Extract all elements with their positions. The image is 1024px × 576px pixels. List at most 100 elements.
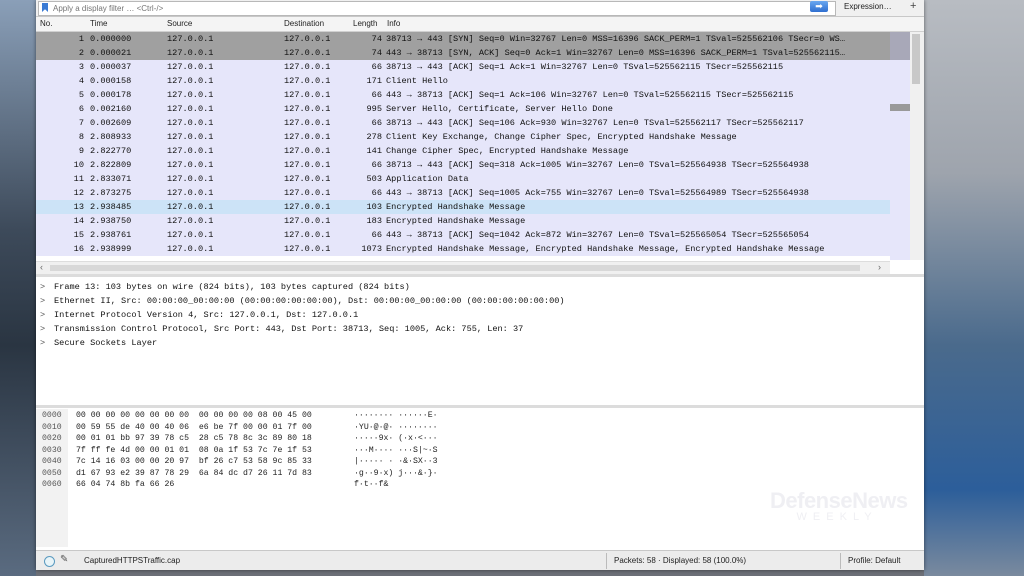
column-header-destination[interactable]: Destination xyxy=(284,19,324,28)
hex-bytes: 7f ff fe 4d 00 00 01 01 08 0a 1f 53 7c 7… xyxy=(76,445,312,455)
packet-row[interactable]: 5 0.000178 127.0.0.1 127.0.0.1 66 443 → 38713… xyxy=(36,88,890,102)
packet-row[interactable]: 8 2.808933 127.0.0.1 127.0.0.1 278 Client Key… xyxy=(36,130,890,144)
display-filter-toolbar: ➡ Expression… + xyxy=(36,0,924,17)
packet-bytes-pane: 0000 00 00 00 00 00 00 00 00 00 00 00 00 … xyxy=(36,409,924,547)
packet-row[interactable]: 13 2.938485 127.0.0.1 127.0.0.1 103 Encrypted… xyxy=(36,200,890,214)
packet-row[interactable]: 16 2.938999 127.0.0.1 127.0.0.1 1073 Encrypte… xyxy=(36,242,890,256)
packet-cell-no: 12 xyxy=(73,188,84,198)
packet-list-vertical-scrollbar[interactable] xyxy=(890,32,924,260)
hex-ascii: ········ ······E· xyxy=(354,411,438,420)
display-filter-input[interactable] xyxy=(53,2,813,15)
column-header-no[interactable]: No. xyxy=(40,19,52,28)
expand-arrow-icon[interactable]: > xyxy=(40,296,54,306)
packet-row[interactable]: 2 0.000021 127.0.0.1 127.0.0.1 74 443 → 38713… xyxy=(36,46,890,60)
packet-cell-dst: 127.0.0.1 xyxy=(284,62,331,72)
hex-dump-row[interactable]: 0020 00 01 01 bb 97 39 78 c5 28 c5 78 8c … xyxy=(36,434,924,446)
expert-info-icon[interactable] xyxy=(44,556,55,567)
packet-cell-dst: 127.0.0.1 xyxy=(284,202,331,212)
capture-comment-pencil-icon[interactable]: ✎ xyxy=(60,554,68,565)
bookmark-icon[interactable] xyxy=(42,3,48,12)
packet-cell-src: 127.0.0.1 xyxy=(167,202,214,212)
hex-dump-row[interactable]: 0050 d1 67 93 e2 39 87 78 29 6a 84 dc d7 … xyxy=(36,469,924,481)
expand-arrow-icon[interactable]: > xyxy=(40,324,54,334)
packet-cell-dst: 127.0.0.1 xyxy=(284,174,331,184)
packet-cell-src: 127.0.0.1 xyxy=(167,90,214,100)
hex-ascii: f·t··f& xyxy=(354,480,389,489)
packet-cell-no: 1 xyxy=(78,34,84,44)
packet-cell-info: Encrypted Handshake Message, Encrypted H… xyxy=(386,244,825,254)
packet-row[interactable]: 10 2.822809 127.0.0.1 127.0.0.1 66 38713 → 44… xyxy=(36,158,890,172)
packet-cell-len: 66 xyxy=(371,62,382,72)
hex-ascii: ·····9x· (·x·<··· xyxy=(354,434,438,443)
packet-cell-len: 183 xyxy=(366,216,382,226)
scroll-left-arrow-icon[interactable]: ‹ xyxy=(40,262,43,272)
detail-tree-item[interactable]: > Secure Sockets Layer xyxy=(36,338,924,352)
pane-splitter-bottom[interactable] xyxy=(36,405,924,408)
packet-list-header: No. Time Source Destination Length Info xyxy=(36,17,924,32)
detail-tree-item[interactable]: > Frame 13: 103 bytes on wire (824 bits),… xyxy=(36,282,924,296)
packet-cell-time: 2.833071 xyxy=(90,174,132,184)
apply-filter-arrow-icon[interactable]: ➡ xyxy=(810,1,828,12)
hex-offset: 0060 xyxy=(42,480,62,489)
packet-row[interactable]: 4 0.000158 127.0.0.1 127.0.0.1 171 Client Hel… xyxy=(36,74,890,88)
packet-row[interactable]: 6 0.002160 127.0.0.1 127.0.0.1 995 Server Hel… xyxy=(36,102,890,116)
packet-row[interactable]: 7 0.002609 127.0.0.1 127.0.0.1 66 38713 → 443… xyxy=(36,116,890,130)
column-header-length[interactable]: Length xyxy=(353,19,377,28)
hex-dump-row[interactable]: 0000 00 00 00 00 00 00 00 00 00 00 00 00 … xyxy=(36,411,924,423)
hex-ascii: |····· · ·&·SX··3 xyxy=(354,457,438,466)
hex-offset: 0040 xyxy=(42,457,62,466)
packet-list-horizontal-scrollbar[interactable]: ‹ › xyxy=(36,261,890,274)
scroll-right-arrow-icon[interactable]: › xyxy=(878,262,881,272)
add-filter-button[interactable]: + xyxy=(910,0,916,12)
expand-arrow-icon[interactable]: > xyxy=(40,310,54,320)
column-header-source[interactable]: Source xyxy=(167,19,192,28)
packet-cell-no: 7 xyxy=(78,118,84,128)
hex-bytes: 00 00 00 00 00 00 00 00 00 00 00 00 08 0… xyxy=(76,411,312,420)
status-capture-file: CapturedHTTPSTraffic.cap xyxy=(84,556,181,565)
hex-ascii: ·YU·@·@· ········ xyxy=(354,422,438,432)
packet-cell-info: Encrypted Handshake Message xyxy=(386,202,526,212)
hex-dump-row[interactable]: 0010 00 59 55 de 40 00 40 06 e6 be 7f 00 … xyxy=(36,423,924,435)
column-header-time[interactable]: Time xyxy=(90,19,107,28)
hex-offset: 0000 xyxy=(42,411,62,420)
expand-arrow-icon[interactable]: > xyxy=(40,338,54,348)
packet-cell-src: 127.0.0.1 xyxy=(167,132,214,142)
status-divider xyxy=(840,553,841,569)
packet-cell-src: 127.0.0.1 xyxy=(167,160,214,170)
packet-cell-dst: 127.0.0.1 xyxy=(284,118,331,128)
packet-row[interactable]: 14 2.938750 127.0.0.1 127.0.0.1 183 Encrypted… xyxy=(36,214,890,228)
display-filter-field[interactable] xyxy=(38,1,836,16)
column-header-info[interactable]: Info xyxy=(387,19,400,28)
packet-cell-dst: 127.0.0.1 xyxy=(284,160,331,170)
packet-cell-info: 443 → 38713 [ACK] Seq=1042 Ack=872 Win=3… xyxy=(386,230,809,240)
hex-bytes: 00 01 01 bb 97 39 78 c5 28 c5 78 8c 3c 8… xyxy=(76,434,312,443)
packet-row[interactable]: 11 2.833071 127.0.0.1 127.0.0.1 503 Applicati… xyxy=(36,172,890,186)
detail-tree-item[interactable]: > Transmission Control Protocol, Src Port… xyxy=(36,324,924,338)
packet-cell-len: 74 xyxy=(371,34,382,44)
packet-cell-no: 5 xyxy=(78,90,84,100)
packet-cell-dst: 127.0.0.1 xyxy=(284,48,331,58)
pane-splitter-top[interactable] xyxy=(36,274,924,277)
packet-row[interactable]: 12 2.873275 127.0.0.1 127.0.0.1 66 443 → 3871… xyxy=(36,186,890,200)
packet-cell-no: 15 xyxy=(73,230,84,240)
packet-cell-src: 127.0.0.1 xyxy=(167,146,214,156)
packet-row[interactable]: 3 0.000037 127.0.0.1 127.0.0.1 66 38713 → 443… xyxy=(36,60,890,74)
status-profile[interactable]: Profile: Default xyxy=(848,556,900,565)
vertical-scroll-thumb[interactable] xyxy=(912,34,920,84)
hex-dump-row[interactable]: 0030 7f ff fe 4d 00 00 01 01 08 0a 1f 53 … xyxy=(36,446,924,458)
horizontal-scroll-thumb[interactable] xyxy=(50,265,860,271)
detail-tree-item[interactable]: > Internet Protocol Version 4, Src: 127.0… xyxy=(36,310,924,324)
expand-arrow-icon[interactable]: > xyxy=(40,282,54,292)
packet-row[interactable]: 15 2.938761 127.0.0.1 127.0.0.1 66 443 → 3871… xyxy=(36,228,890,242)
intelligent-scrollbar-minimap[interactable] xyxy=(890,32,910,260)
packet-row[interactable]: 9 2.822770 127.0.0.1 127.0.0.1 141 Change Cip… xyxy=(36,144,890,158)
hex-dump-row[interactable]: 0040 7c 14 16 03 00 00 20 97 bf 26 c7 53 … xyxy=(36,457,924,469)
packet-cell-no: 9 xyxy=(78,146,84,156)
expression-button[interactable]: Expression… xyxy=(844,2,892,11)
packet-cell-time: 2.808933 xyxy=(90,132,132,142)
packet-cell-info: 38713 → 443 [ACK] Seq=106 Ack=930 Win=32… xyxy=(386,118,804,128)
detail-tree-item[interactable]: > Ethernet II, Src: 00:00:00_00:00:00 (00… xyxy=(36,296,924,310)
packet-row[interactable]: 1 0.000000 127.0.0.1 127.0.0.1 74 38713 → 443… xyxy=(36,32,890,46)
packet-cell-info: Client Hello xyxy=(386,76,448,86)
status-packet-count: Packets: 58 · Displayed: 58 (100.0%) xyxy=(614,556,747,565)
